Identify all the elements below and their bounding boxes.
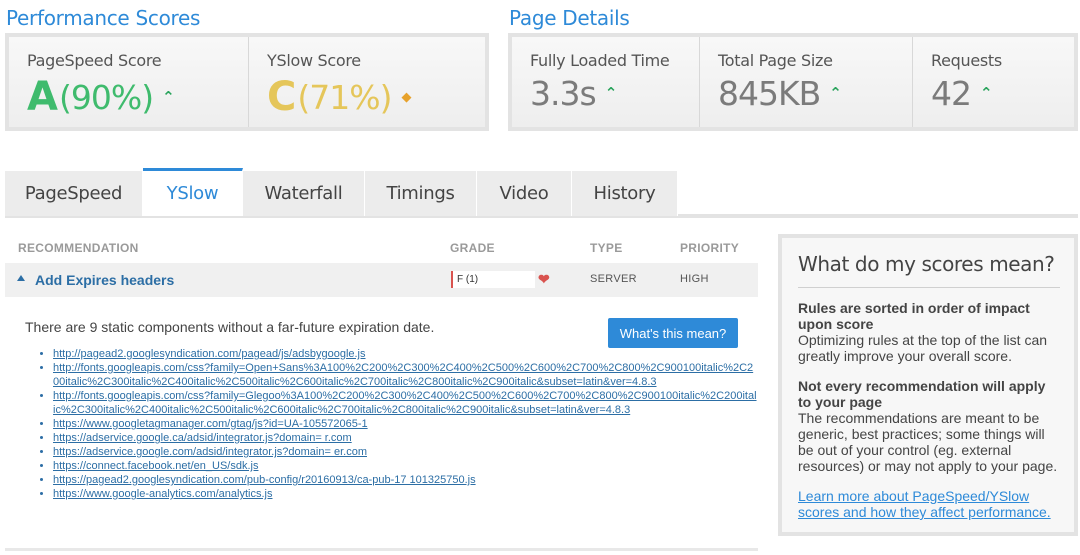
help-heading-2: Not every recommendation will apply to y… bbox=[798, 378, 1046, 410]
help-title: What do my scores mean? bbox=[798, 252, 1055, 276]
yslow-score-label: YSlow Score bbox=[267, 51, 361, 70]
loaded-time-value: 3.3s bbox=[530, 74, 597, 113]
resource-link[interactable]: http://pagead2.googlesyndication.com/pag… bbox=[53, 348, 366, 360]
yslow-grade: C bbox=[267, 74, 296, 120]
header-type: TYPE bbox=[590, 241, 623, 255]
header-priority: PRIORITY bbox=[680, 241, 740, 255]
tab-pagespeed[interactable]: PageSpeed bbox=[5, 171, 143, 216]
chevron-up-icon: ⌃ bbox=[604, 84, 618, 102]
list-item: http://pagead2.googlesyndication.com/pag… bbox=[53, 347, 758, 361]
recommendation-priority: HIGH bbox=[680, 273, 709, 285]
recommendation-type: SERVER bbox=[590, 273, 637, 285]
list-item: http://fonts.googleapis.com/css?family=O… bbox=[53, 361, 758, 389]
details-title: Page Details bbox=[509, 6, 630, 30]
requests-value: 42 bbox=[931, 74, 972, 113]
resource-link[interactable]: https://adservice.google.ca/adsid/integr… bbox=[53, 432, 352, 444]
scores-help-panel: What do my scores mean? Rules are sorted… bbox=[778, 234, 1078, 536]
list-item: https://pagead2.googlesyndication.com/pu… bbox=[53, 473, 758, 487]
pagespeed-score-label: PageSpeed Score bbox=[27, 51, 162, 70]
requests-cell: Requests 42 ⌃ bbox=[913, 37, 1074, 127]
help-heading-1: Rules are sorted in order of impact upon… bbox=[798, 300, 1030, 332]
chevron-up-icon: ⌃ bbox=[980, 84, 993, 102]
details-panel: Fully Loaded Time 3.3s ⌃ Total Page Size … bbox=[508, 33, 1078, 131]
whats-this-mean-button[interactable]: What's this mean? bbox=[608, 318, 738, 348]
resource-link[interactable]: https://www.google-analytics.com/analyti… bbox=[53, 488, 272, 500]
resource-link[interactable]: https://connect.facebook.net/en_US/sdk.j… bbox=[53, 460, 258, 472]
caret-up-icon[interactable] bbox=[17, 275, 25, 281]
help-text-2: The recommendations are meant to be gene… bbox=[798, 410, 1058, 474]
resource-link[interactable]: http://fonts.googleapis.com/css?family=G… bbox=[53, 390, 757, 416]
resource-link[interactable]: https://www.googletagmanager.com/gtag/js… bbox=[53, 418, 368, 430]
performance-panel: PageSpeed Score A (90%) ⌃ YSlow Score C … bbox=[5, 33, 489, 131]
list-item: https://www.googletagmanager.com/gtag/js… bbox=[53, 417, 758, 431]
header-grade: GRADE bbox=[450, 241, 495, 255]
list-item: https://adservice.google.com/adsid/integ… bbox=[53, 445, 758, 459]
requests-label: Requests bbox=[931, 51, 1002, 70]
page-size-cell: Total Page Size 845KB ⌃ bbox=[700, 37, 913, 127]
recommendation-title[interactable]: Add Expires headers bbox=[35, 272, 174, 288]
list-item: https://www.google-analytics.com/analyti… bbox=[53, 487, 758, 501]
loaded-time-label: Fully Loaded Time bbox=[530, 51, 670, 70]
pagespeed-grade: A bbox=[27, 74, 58, 120]
page-size-value: 845KB bbox=[718, 74, 821, 113]
recommendation-description: There are 9 static components without a … bbox=[25, 319, 435, 335]
learn-more-link[interactable]: Learn more about PageSpeed/YSlow scores … bbox=[798, 488, 1060, 520]
recommendation-row[interactable]: Add Expires headers F (1) ❤ SERVER HIGH bbox=[5, 263, 758, 297]
help-divider bbox=[798, 287, 1060, 288]
report-tabs: PageSpeed YSlow Waterfall Timings Video … bbox=[5, 168, 678, 216]
pagespeed-score-cell: PageSpeed Score A (90%) ⌃ bbox=[9, 37, 249, 127]
tab-history[interactable]: History bbox=[572, 171, 678, 216]
resource-link[interactable]: http://fonts.googleapis.com/css?family=O… bbox=[53, 362, 753, 388]
performance-title: Performance Scores bbox=[6, 6, 201, 30]
tab-yslow[interactable]: YSlow bbox=[143, 168, 243, 216]
yslow-score-cell: YSlow Score C (71%) ◆ bbox=[249, 37, 485, 127]
diamond-icon: ◆ bbox=[401, 89, 411, 105]
list-item: https://connect.facebook.net/en_US/sdk.j… bbox=[53, 459, 758, 473]
loaded-time-cell: Fully Loaded Time 3.3s ⌃ bbox=[512, 37, 700, 127]
chevron-up-icon: ⌃ bbox=[162, 87, 175, 106]
tab-video[interactable]: Video bbox=[477, 171, 572, 216]
help-text-1: Optimizing rules at the top of the list … bbox=[798, 332, 1048, 364]
tab-waterfall[interactable]: Waterfall bbox=[243, 171, 365, 216]
resource-link[interactable]: https://adservice.google.com/adsid/integ… bbox=[53, 446, 367, 458]
list-item: http://fonts.googleapis.com/css?family=G… bbox=[53, 389, 758, 417]
resource-link[interactable]: https://pagead2.googlesyndication.com/pu… bbox=[53, 474, 476, 486]
yslow-percent: (71%) bbox=[297, 77, 392, 117]
grade-bar: F (1) bbox=[451, 271, 535, 288]
chevron-up-icon: ⌃ bbox=[829, 84, 842, 102]
header-recommendation: RECOMMENDATION bbox=[18, 241, 139, 255]
chevron-down-icon: ❤ bbox=[538, 271, 550, 287]
list-item: https://adservice.google.ca/adsid/integr… bbox=[53, 431, 758, 445]
page-size-label: Total Page Size bbox=[718, 51, 833, 70]
pagespeed-percent: (90%) bbox=[58, 77, 154, 117]
tab-timings[interactable]: Timings bbox=[365, 171, 477, 216]
resource-list: http://pagead2.googlesyndication.com/pag… bbox=[33, 347, 758, 501]
table-bottom-divider bbox=[5, 548, 758, 551]
